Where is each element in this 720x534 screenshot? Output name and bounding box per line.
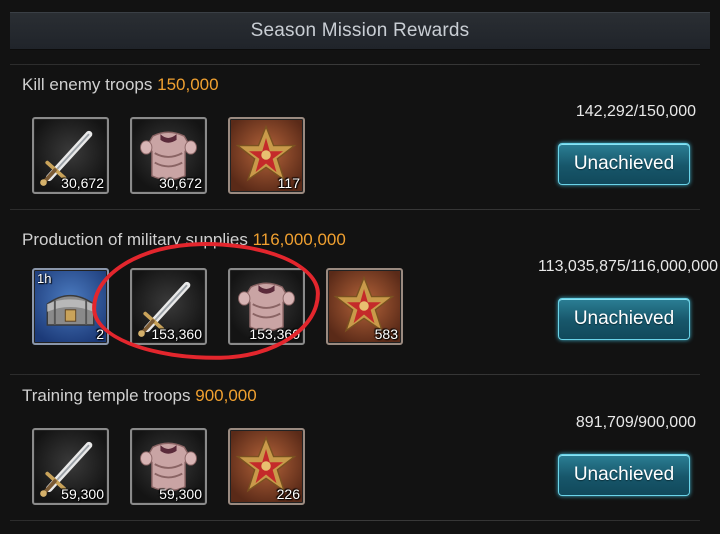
- divider: [10, 374, 700, 375]
- progress-text: 891,709/900,000: [575, 414, 696, 431]
- mission-target: 150,000: [157, 75, 219, 94]
- unachieved-button[interactable]: Unachieved: [558, 454, 690, 496]
- reward-item-sword[interactable]: 59,300: [32, 428, 109, 505]
- reward-item-sword[interactable]: 30,672: [32, 117, 109, 194]
- divider: [10, 209, 700, 210]
- mission-target: 116,000,000: [252, 230, 346, 249]
- divider: [10, 520, 700, 521]
- reward-timer: 1h: [37, 271, 52, 286]
- reward-list: 1h 2 153,360 153,360 583: [32, 268, 403, 345]
- reward-count: 59,300: [159, 486, 202, 502]
- unachieved-button[interactable]: Unachieved: [558, 143, 690, 185]
- mission-label: Production of military supplies: [22, 230, 248, 249]
- reward-item-armor[interactable]: 153,360: [228, 268, 305, 345]
- reward-count: 153,360: [249, 326, 300, 342]
- reward-item-speedup-chest[interactable]: 1h 2: [32, 268, 109, 345]
- mission-kill-enemy-troops: Kill enemy troops 150,000 30,672 30,672 …: [0, 75, 720, 215]
- reward-item-medal[interactable]: 226: [228, 428, 305, 505]
- title-bar: Season Mission Rewards: [10, 12, 710, 50]
- page-title: Season Mission Rewards: [250, 20, 470, 41]
- mission-target: 900,000: [195, 386, 257, 405]
- mission-title: Production of military supplies 116,000,…: [22, 230, 346, 250]
- reward-item-armor[interactable]: 59,300: [130, 428, 207, 505]
- reward-count: 117: [277, 175, 300, 191]
- reward-count: 583: [374, 326, 398, 342]
- mission-label: Training temple troops: [22, 386, 191, 405]
- reward-count: 226: [276, 486, 300, 502]
- reward-item-sword[interactable]: 153,360: [130, 268, 207, 345]
- progress-text: 142,292/150,000: [575, 103, 696, 120]
- reward-count: 30,672: [61, 175, 104, 191]
- reward-count: 2: [96, 326, 104, 342]
- reward-list: 30,672 30,672 117: [32, 117, 305, 194]
- divider: [10, 64, 700, 65]
- unachieved-button[interactable]: Unachieved: [558, 298, 690, 340]
- reward-count: 59,300: [61, 486, 104, 502]
- reward-item-medal[interactable]: 583: [326, 268, 403, 345]
- reward-count: 30,672: [159, 175, 202, 191]
- reward-item-armor[interactable]: 30,672: [130, 117, 207, 194]
- mission-label: Kill enemy troops: [22, 75, 153, 94]
- mission-title: Kill enemy troops 150,000: [22, 75, 219, 95]
- mission-training-temple-troops: Training temple troops 900,000 59,300 59…: [0, 386, 720, 526]
- progress-text: 113,035,875/116,000,000: [537, 258, 718, 275]
- reward-list: 59,300 59,300 226: [32, 428, 305, 505]
- reward-count: 153,360: [151, 326, 202, 342]
- mission-production-military-supplies: Production of military supplies 116,000,…: [0, 230, 720, 370]
- reward-item-medal[interactable]: 117: [228, 117, 305, 194]
- mission-title: Training temple troops 900,000: [22, 386, 257, 406]
